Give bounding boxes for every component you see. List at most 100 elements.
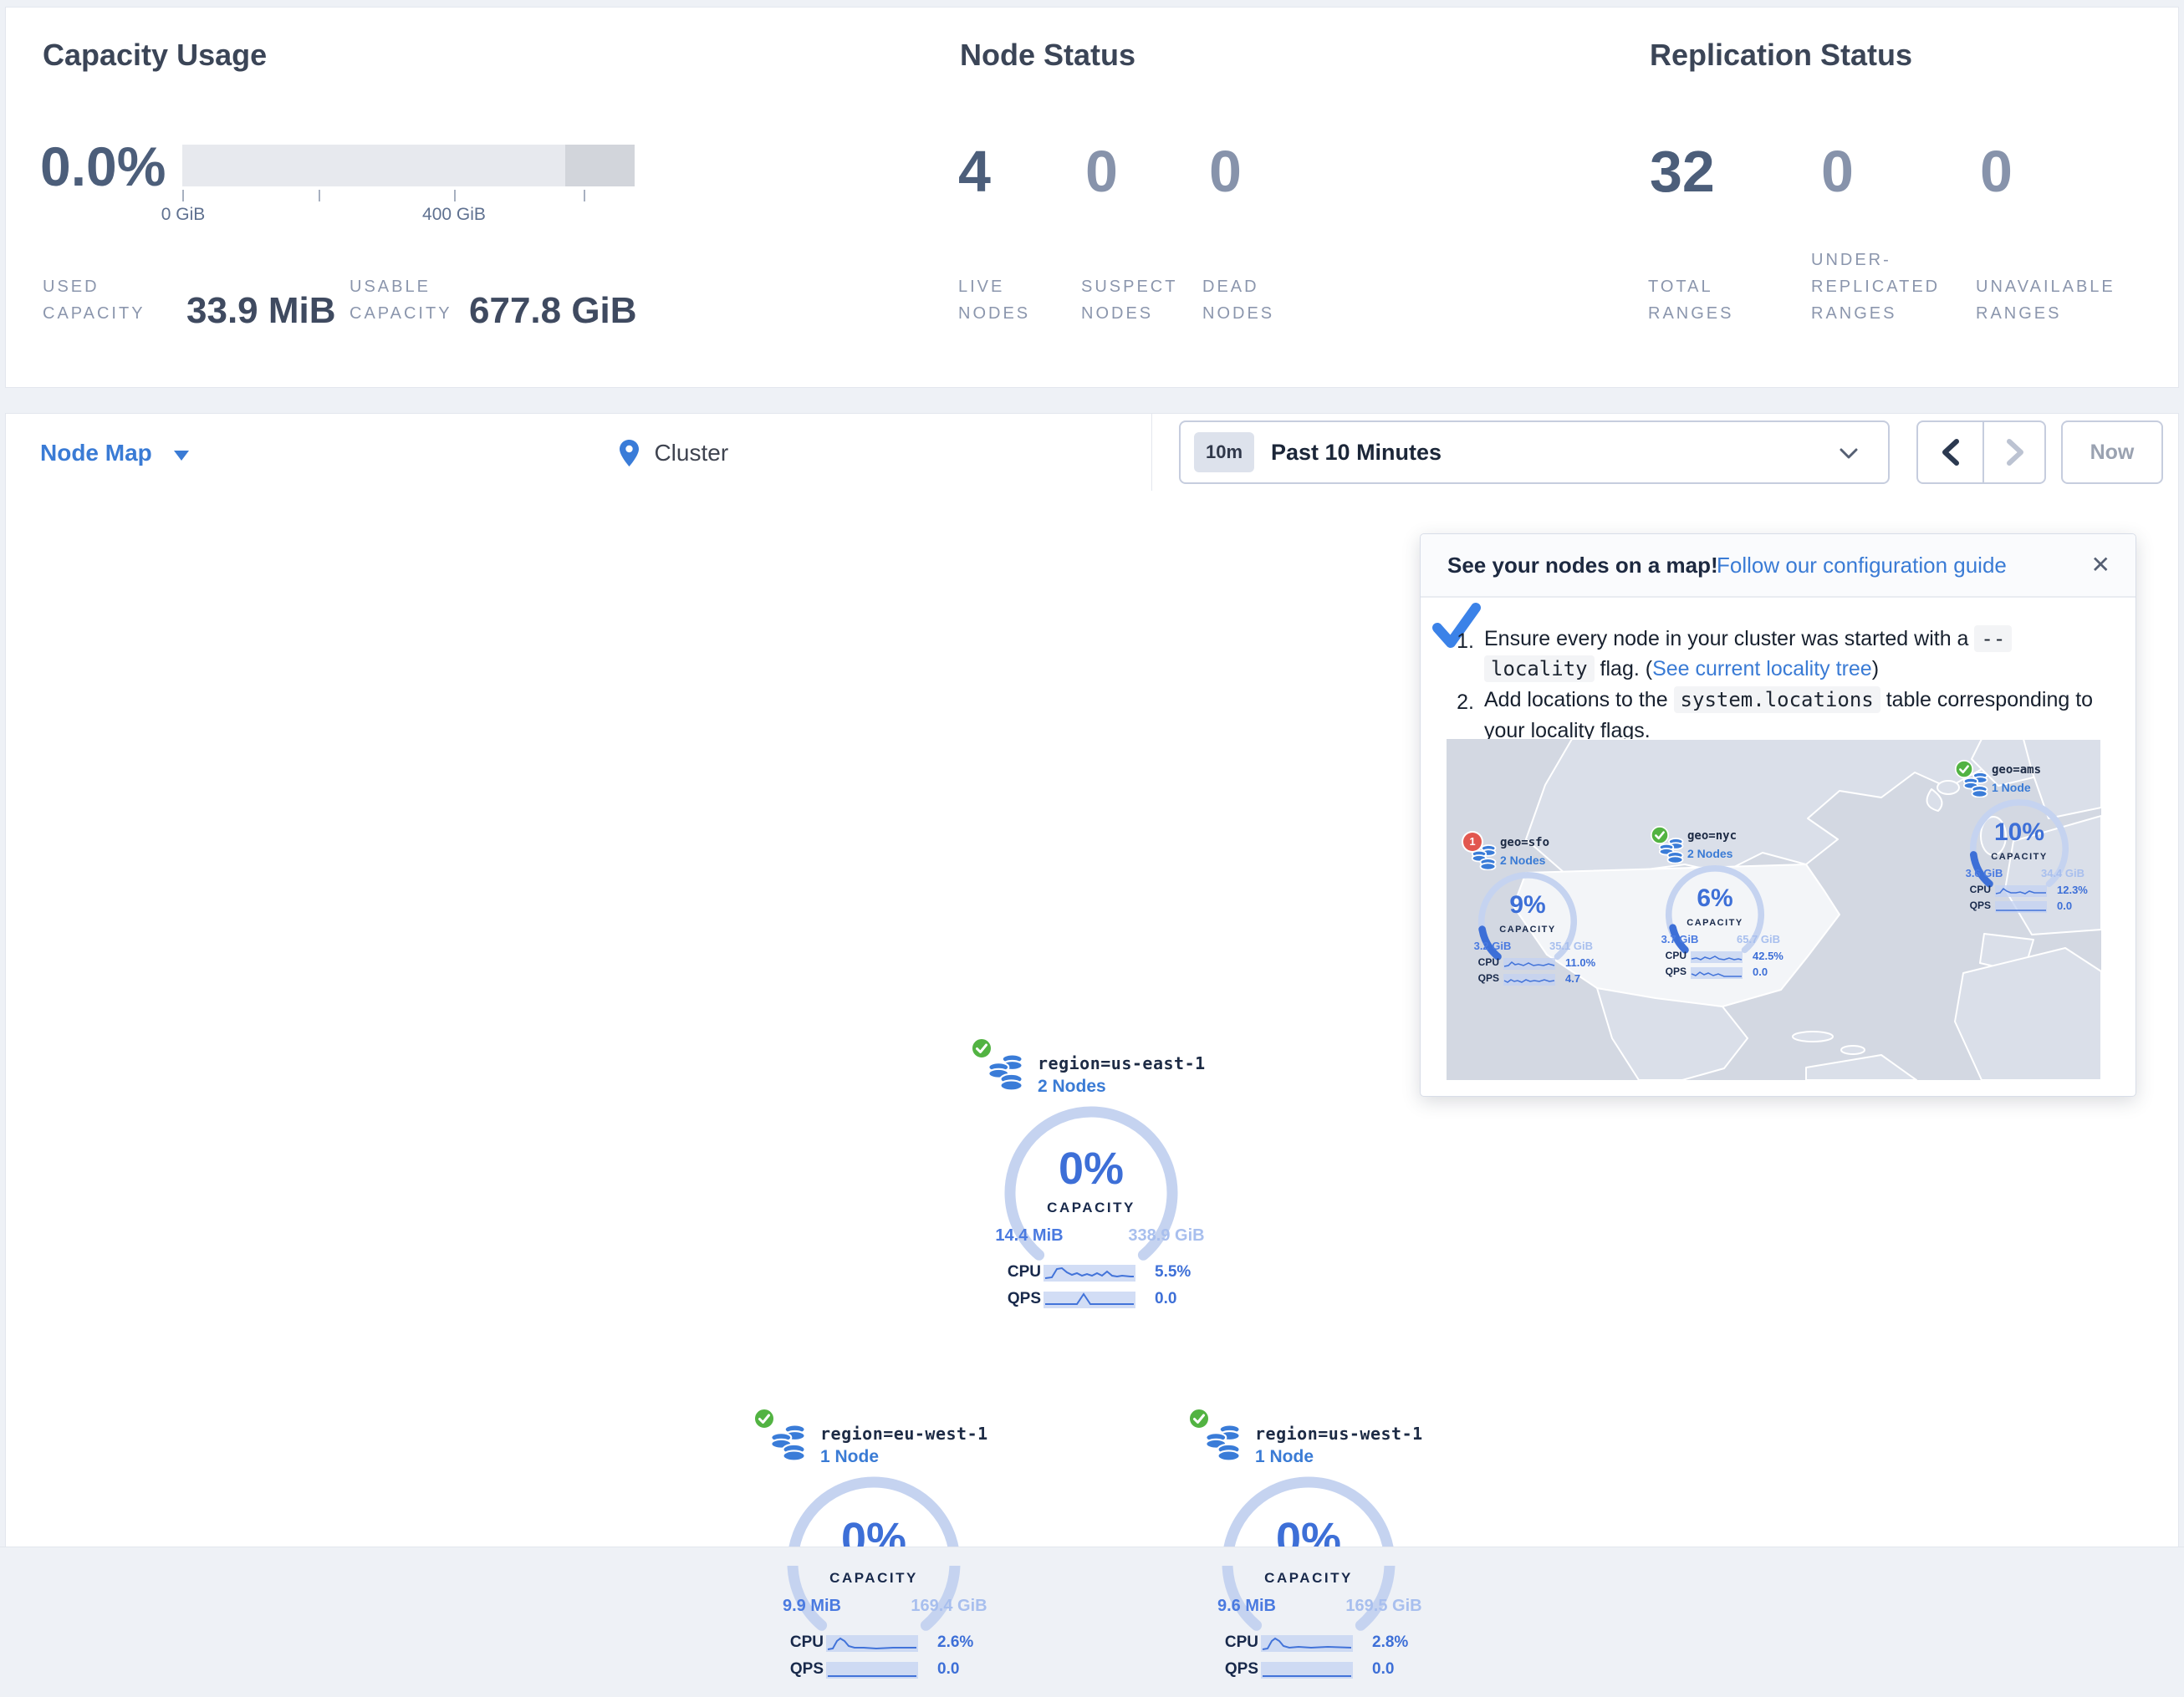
suspect-nodes-value: 0 bbox=[1085, 140, 1118, 203]
total-ranges-label-2: RANGES bbox=[1648, 300, 1733, 327]
qps-label: QPS bbox=[957, 1290, 1041, 1308]
axis-tick bbox=[584, 190, 585, 201]
breadcrumb-label: Cluster bbox=[654, 440, 728, 466]
location-pin-icon bbox=[620, 440, 639, 466]
cpu-sparkline bbox=[1995, 885, 2047, 897]
nodes-db-icon bbox=[770, 1421, 807, 1461]
qps-label: QPS bbox=[1957, 899, 1991, 911]
region-name: region=eu-west-1 bbox=[820, 1424, 988, 1444]
unavailable-ranges-value: 0 bbox=[1980, 140, 2013, 203]
qps-label: QPS bbox=[1653, 966, 1686, 977]
time-range-label: Past 10 Minutes bbox=[1271, 422, 1442, 482]
region-name: geo=ams bbox=[1992, 763, 2041, 777]
cpu-label: CPU bbox=[1466, 956, 1499, 968]
unavailable-ranges-label-2: RANGES bbox=[1976, 300, 2061, 327]
unavailable-ranges-label-1: UNAVAILABLE bbox=[1976, 273, 2115, 300]
replication-status-title: Replication Status bbox=[1650, 38, 1912, 73]
cpu-value: 12.3% bbox=[2057, 884, 2088, 896]
chevron-left-icon bbox=[1939, 438, 1961, 466]
dead-nodes-label-2: NODES bbox=[1202, 300, 1274, 327]
qps-label: QPS bbox=[740, 1660, 824, 1679]
region-group-us-east-1[interactable]: region=us-east-1 2 Nodes 0% CAPACITY 14.… bbox=[916, 1026, 1267, 1327]
popup-header: See your nodes on a map! Follow our conf… bbox=[1421, 534, 2136, 598]
code-snippet: locality bbox=[1484, 655, 1595, 682]
live-nodes-label-1: LIVE bbox=[958, 273, 1004, 300]
now-button[interactable]: Now bbox=[2061, 420, 2163, 484]
capacity-label: CAPACITY bbox=[1217, 1570, 1401, 1587]
nodes-db-icon bbox=[1205, 1421, 1242, 1461]
step-text: Add locations to the bbox=[1484, 688, 1668, 711]
step-text: table corresponding to bbox=[1886, 688, 2093, 711]
total-ranges-label-1: TOTAL bbox=[1648, 273, 1713, 300]
configuration-guide-link[interactable]: Follow our configuration guide bbox=[1717, 534, 2007, 596]
capacity-label: CAPACITY bbox=[1969, 852, 2069, 862]
cluster-summary-bar: Capacity Usage 0.0% 0 GiB 400 GiB USED C… bbox=[5, 7, 2179, 388]
axis-label-400: 400 GiB bbox=[395, 205, 513, 225]
qps-value: 0.0 bbox=[1372, 1660, 1394, 1679]
cpu-sparkline bbox=[1691, 951, 1743, 963]
under-replicated-label-3: RANGES bbox=[1811, 300, 1896, 327]
time-range-selector[interactable]: 10m Past 10 Minutes bbox=[1179, 420, 1890, 484]
used-capacity: 3.7 GiB bbox=[1646, 933, 1713, 945]
qps-sparkline bbox=[1995, 901, 2047, 913]
time-range-badge: 10m bbox=[1194, 432, 1254, 472]
cpu-label: CPU bbox=[957, 1263, 1041, 1282]
cpu-value: 5.5% bbox=[1155, 1263, 1191, 1282]
qps-value: 0.0 bbox=[937, 1660, 959, 1679]
example-node-map: 1 geo=sfo 2 Nodes 9% CAPACITY 3.2 GiB 35… bbox=[1447, 739, 2101, 1080]
region-nodes-link: 2 Nodes bbox=[1687, 847, 1732, 860]
capacity-percent: 0% bbox=[999, 1143, 1183, 1195]
now-button-label: Now bbox=[2063, 422, 2161, 482]
under-replicated-label-2: REPLICATED bbox=[1811, 273, 1940, 300]
qps-label: QPS bbox=[1175, 1660, 1258, 1679]
chevron-down-icon bbox=[1840, 448, 1858, 459]
view-selector[interactable]: Node Map bbox=[40, 414, 189, 492]
live-nodes-value: 4 bbox=[958, 140, 991, 203]
region-nodes-link[interactable]: 2 Nodes bbox=[1038, 1077, 1106, 1097]
step-text: ) bbox=[1872, 657, 1879, 680]
used-capacity-value: 33.9 MiB bbox=[186, 290, 336, 332]
close-icon[interactable]: ✕ bbox=[2091, 534, 2110, 596]
region-nodes-link[interactable]: 1 Node bbox=[820, 1447, 879, 1467]
dead-nodes-value: 0 bbox=[1209, 140, 1242, 203]
time-step-buttons bbox=[1916, 420, 2046, 484]
time-step-forward-button[interactable] bbox=[1984, 422, 2046, 482]
total-capacity: 338.9 GiB bbox=[1100, 1226, 1233, 1246]
total-capacity: 169.5 GiB bbox=[1317, 1597, 1451, 1616]
qps-sparkline bbox=[826, 1662, 918, 1679]
cpu-sparkline bbox=[1261, 1635, 1353, 1652]
used-capacity: 3.6 GiB bbox=[1951, 867, 2018, 879]
capacity-label: CAPACITY bbox=[782, 1570, 966, 1587]
under-replicated-label-1: UNDER- bbox=[1811, 247, 1891, 273]
cpu-label: CPU bbox=[1957, 884, 1991, 895]
mini-region-geo-ams: geo=ams 1 Node 10% CAPACITY 3.6 GiB 34.4… bbox=[1948, 763, 2090, 922]
total-capacity: 65.7 GiB bbox=[1725, 933, 1792, 945]
cpu-value: 42.5% bbox=[1753, 950, 1783, 962]
step1-line2: locality flag. (See current locality tre… bbox=[1484, 655, 1879, 683]
total-capacity: 34.4 GiB bbox=[2029, 867, 2096, 879]
step2-line1: Add locations to the system.locations ta… bbox=[1484, 686, 2093, 714]
cpu-sparkline bbox=[1503, 958, 1555, 970]
qps-sparkline bbox=[1503, 974, 1555, 986]
cpu-value: 2.6% bbox=[937, 1633, 973, 1652]
mini-region-geo-nyc: geo=nyc 2 Nodes 6% CAPACITY 3.7 GiB 65.7… bbox=[1644, 829, 1786, 988]
qps-label: QPS bbox=[1466, 972, 1499, 984]
code-snippet: -- bbox=[1974, 625, 2012, 652]
step-number: 2. bbox=[1424, 689, 1474, 716]
axis-tick bbox=[182, 190, 184, 201]
live-nodes-label-2: NODES bbox=[958, 300, 1030, 327]
usable-capacity-value: 677.8 GiB bbox=[469, 290, 637, 332]
region-nodes-link[interactable]: 1 Node bbox=[1255, 1447, 1314, 1467]
breadcrumb[interactable]: Cluster bbox=[620, 414, 728, 492]
qps-sparkline bbox=[1691, 967, 1743, 979]
cpu-value: 11.0% bbox=[1565, 956, 1595, 969]
used-capacity-label-2: CAPACITY bbox=[43, 300, 145, 327]
cpu-label: CPU bbox=[740, 1633, 824, 1652]
dead-nodes-label-1: DEAD bbox=[1202, 273, 1259, 300]
chevron-right-icon bbox=[2005, 438, 2027, 466]
axis-tick bbox=[319, 190, 320, 201]
time-step-back-button[interactable] bbox=[1918, 422, 1982, 482]
locality-tree-link[interactable]: See current locality tree bbox=[1652, 657, 1872, 680]
map-toolbar: Node Map Cluster 10m Past 10 Minutes bbox=[5, 413, 2179, 493]
cpu-value: 2.8% bbox=[1372, 1633, 1408, 1652]
